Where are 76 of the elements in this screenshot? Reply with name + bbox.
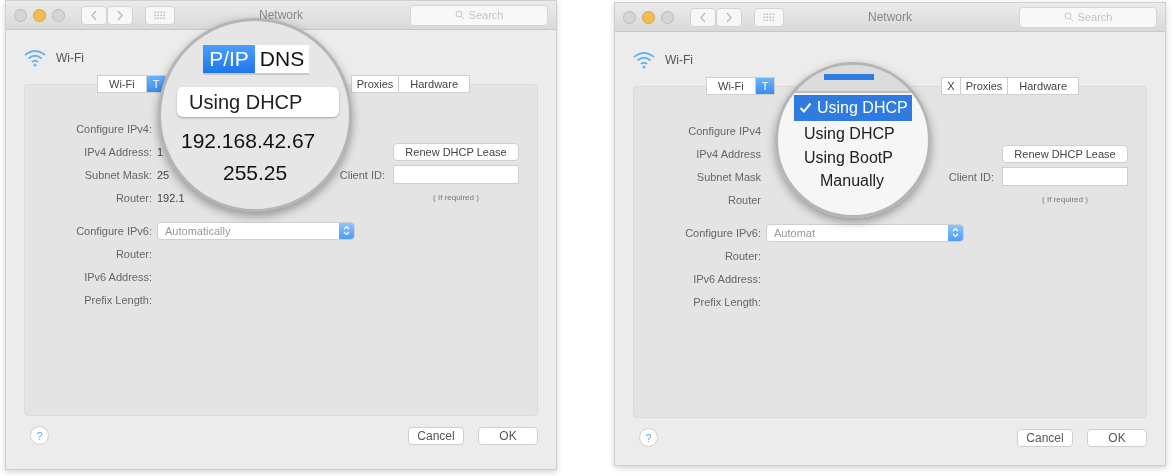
field-label: Router:	[723, 249, 761, 262]
field-value: 192.1	[157, 191, 185, 204]
field-label: Configure IPv4:	[75, 122, 152, 135]
address-text: 192.168.42.67	[181, 129, 316, 153]
tab[interactable]: DNS	[255, 45, 309, 75]
window-title: Network	[259, 8, 303, 22]
chevron-right-icon	[116, 9, 124, 21]
minimize-button[interactable]	[642, 10, 655, 24]
menu-item[interactable]: Manually	[800, 171, 906, 191]
renew-lease-button[interactable]: Renew DHCP Lease	[1002, 144, 1128, 163]
hint-text: ( If required )	[1041, 195, 1089, 204]
service-name: Wi-Fi	[665, 53, 693, 67]
chevron-left-icon	[90, 9, 98, 21]
back-button[interactable]	[690, 7, 716, 27]
field-value: 25	[157, 168, 170, 181]
field-value: 1	[157, 145, 164, 158]
field-label: Prefix Length:	[83, 293, 152, 306]
minimize-button[interactable]	[33, 8, 46, 22]
forward-button[interactable]	[716, 7, 742, 27]
menu-item[interactable]: Using BootP	[788, 147, 918, 169]
check-icon	[799, 102, 812, 114]
forward-button[interactable]	[107, 5, 133, 25]
field-label: Router:	[114, 247, 152, 260]
stepper-icon	[343, 225, 350, 236]
menu-item[interactable]: Using DHCP	[788, 123, 918, 145]
select-field[interactable]: Using DHCP	[177, 87, 339, 117]
field-label: IPv6 Address:	[692, 272, 761, 285]
chevron-right-icon	[725, 11, 733, 23]
show-all-button[interactable]	[145, 5, 175, 25]
field-label: Subnet Mask	[695, 170, 761, 183]
client-id-field[interactable]	[1002, 167, 1128, 186]
field-label: Configure IPv6:	[684, 226, 761, 239]
tab[interactable]: Wi-Fi	[706, 77, 756, 95]
close-button[interactable]	[14, 8, 27, 22]
window-title: Network	[868, 10, 912, 24]
show-all-button[interactable]	[754, 7, 784, 27]
search-icon	[454, 10, 465, 20]
zoom-button[interactable]	[52, 8, 65, 22]
field-label: Prefix Length:	[692, 295, 761, 308]
tab[interactable]: Wi-Fi	[97, 75, 147, 93]
field-label: IPv4 Address	[695, 147, 761, 160]
chevron-left-icon	[699, 11, 707, 23]
ok-button[interactable]: OK	[478, 426, 538, 445]
cancel-button[interactable]: Cancel	[408, 426, 464, 445]
wifi-icon	[24, 49, 46, 67]
ok-button[interactable]: OK	[1087, 428, 1147, 447]
field-label: Configure IPv6:	[75, 224, 152, 237]
field-label: Subnet Mask:	[83, 168, 152, 181]
tab[interactable]: Hardware	[398, 75, 470, 93]
field-label: Configure IPv4	[687, 124, 761, 137]
tab-fragment	[824, 74, 874, 80]
field-label: IPv6 Address:	[83, 270, 152, 283]
field-label: Router	[726, 193, 761, 206]
tab[interactable]: X	[941, 77, 961, 95]
client-id-field[interactable]	[393, 165, 519, 184]
field-label: Client ID:	[339, 168, 385, 181]
search-icon	[1063, 12, 1074, 22]
menu-item[interactable]: Using DHCP	[794, 95, 912, 121]
back-button[interactable]	[81, 5, 107, 25]
grid-icon	[763, 12, 775, 22]
service-name: Wi-Fi	[56, 51, 84, 65]
field-label: Client ID:	[948, 170, 994, 183]
renew-lease-button[interactable]: Renew DHCP Lease	[393, 142, 519, 161]
tab[interactable]: Proxies	[959, 77, 1009, 95]
close-button[interactable]	[623, 10, 636, 24]
cancel-button[interactable]: Cancel	[1017, 428, 1073, 447]
field-label: Router:	[114, 191, 152, 204]
grid-icon	[154, 10, 166, 20]
address-text: 255.25	[223, 161, 288, 185]
wifi-icon	[633, 51, 655, 69]
tab[interactable]: Proxies	[350, 75, 400, 93]
field-label: IPv4 Address:	[83, 145, 152, 158]
tab[interactable]: Hardware	[1007, 77, 1079, 95]
stepper-icon	[952, 227, 959, 238]
zoom-button[interactable]	[661, 10, 674, 24]
hint-text: ( If required )	[432, 193, 480, 202]
